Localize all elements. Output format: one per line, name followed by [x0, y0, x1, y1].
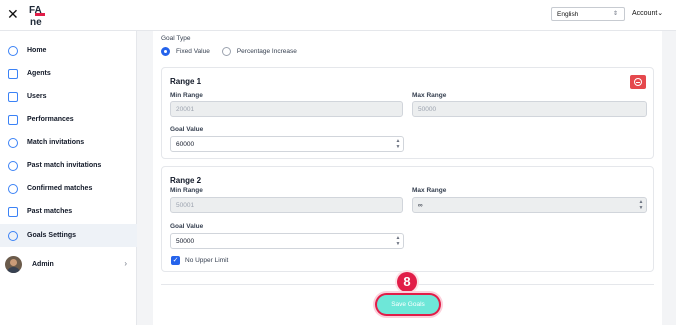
- sidebar-item-label: Past matches: [27, 208, 73, 215]
- gear-icon: [8, 230, 18, 241]
- link-icon: [8, 183, 18, 194]
- range-title: Range 1: [170, 77, 202, 86]
- no-upper-limit-checkbox[interactable]: ✓: [171, 256, 180, 265]
- chevron-down-icon: ⌄: [657, 10, 664, 17]
- app-logo: FA ne: [28, 3, 48, 28]
- radio-percentage-increase[interactable]: [221, 47, 231, 56]
- top-bar: ✕ FA ne English ⇕ Account⌄: [0, 0, 676, 31]
- link-icon: [8, 160, 18, 171]
- sidebar-item-home[interactable]: Home: [0, 39, 137, 62]
- goal-value-input[interactable]: 60000 ▲ ▼: [170, 136, 404, 152]
- min-range-label: Min Range: [170, 187, 203, 194]
- remove-range-button[interactable]: [630, 75, 646, 89]
- range-card-2: Range 2 Min Range 50001 Max Range ∞ ▲ ▼ G…: [161, 166, 654, 272]
- avatar: [5, 255, 22, 273]
- sidebar-item-goals-settings[interactable]: Goals Settings: [0, 224, 137, 247]
- admin-label: Admin: [32, 260, 54, 268]
- sidebar-item-users[interactable]: Users: [0, 85, 137, 108]
- goal-value-label: Goal Value: [170, 126, 204, 133]
- sidebar-item-past-matches[interactable]: Past matches: [0, 200, 137, 223]
- sidebar-item-agents[interactable]: Agents: [0, 62, 137, 85]
- step-number-badge: 8: [397, 272, 417, 292]
- sidebar-item-label: Agents: [27, 70, 51, 77]
- radio-fixed-value-label[interactable]: Fixed Value: [176, 48, 210, 55]
- account-menu[interactable]: Account⌄: [632, 9, 663, 17]
- language-value: English: [557, 11, 579, 18]
- chart-icon: [8, 114, 18, 125]
- language-select[interactable]: English ⇕: [551, 7, 625, 21]
- max-range-value: ∞: [418, 202, 423, 209]
- user-icon: [8, 68, 18, 79]
- sidebar-item-performances[interactable]: Performances: [0, 108, 137, 131]
- sidebar-item-label: Home: [27, 47, 47, 54]
- range-card-1: Range 1 Min Range 20001 Max Range 50000 …: [161, 67, 654, 159]
- max-range-input: 50000: [412, 101, 647, 117]
- goal-value-input[interactable]: 50000 ▲ ▼: [170, 233, 404, 249]
- goal-type-label: Goal Type: [161, 35, 191, 42]
- link-icon: [8, 137, 18, 148]
- min-range-input: 50001: [170, 197, 403, 213]
- sidebar-item-label: Match invitations: [27, 139, 85, 146]
- sidebar-item-label: Goals Settings: [27, 232, 77, 239]
- max-range-input: ∞ ▲ ▼: [412, 197, 647, 213]
- max-range-label: Max Range: [412, 187, 447, 194]
- no-upper-limit-label[interactable]: No Upper Limit: [185, 257, 228, 264]
- save-goals-button[interactable]: Save Goals: [377, 295, 439, 314]
- user-icon: [8, 91, 18, 102]
- sidebar-item-label: Performances: [27, 116, 74, 123]
- goal-value-label: Goal Value: [170, 223, 204, 230]
- calendar-icon: [8, 206, 18, 217]
- select-arrows-icon: ⇕: [612, 11, 618, 17]
- minus-circle-icon: [634, 78, 642, 86]
- radio-percentage-increase-label[interactable]: Percentage Increase: [237, 48, 297, 55]
- sidebar-item-confirmed-matches[interactable]: Confirmed matches: [0, 177, 137, 200]
- min-range-input: 20001: [170, 101, 403, 117]
- admin-profile[interactable]: Admin ›: [5, 254, 133, 274]
- goal-type-radio-group: Fixed Value Percentage Increase: [161, 47, 309, 56]
- svg-text:ne: ne: [30, 17, 42, 27]
- radio-fixed-value[interactable]: [161, 47, 170, 56]
- goal-value-text: 60000: [176, 141, 195, 148]
- chevron-right-icon: ›: [124, 259, 127, 268]
- close-icon[interactable]: ✕: [7, 7, 19, 21]
- home-icon: [8, 45, 18, 56]
- sidebar: Home Agents Users Performances Match inv…: [0, 31, 137, 325]
- account-label: Account: [632, 10, 658, 17]
- number-stepper-icon[interactable]: ▲ ▼: [394, 235, 402, 248]
- number-stepper-icon: ▲ ▼: [638, 199, 644, 211]
- min-range-label: Min Range: [170, 92, 203, 99]
- sidebar-item-label: Users: [27, 93, 47, 100]
- sidebar-item-past-match-invitations[interactable]: Past match invitations: [0, 154, 137, 177]
- number-stepper-icon[interactable]: ▲ ▼: [394, 138, 402, 151]
- sidebar-item-match-invitations[interactable]: Match invitations: [0, 131, 137, 154]
- sidebar-item-label: Confirmed matches: [27, 185, 93, 192]
- sidebar-item-label: Past match invitations: [27, 162, 102, 169]
- max-range-label: Max Range: [412, 92, 447, 99]
- goal-value-text: 50000: [176, 238, 195, 245]
- range-title: Range 2: [170, 176, 202, 185]
- goals-settings-panel: Goal Type Fixed Value Percentage Increas…: [153, 31, 662, 325]
